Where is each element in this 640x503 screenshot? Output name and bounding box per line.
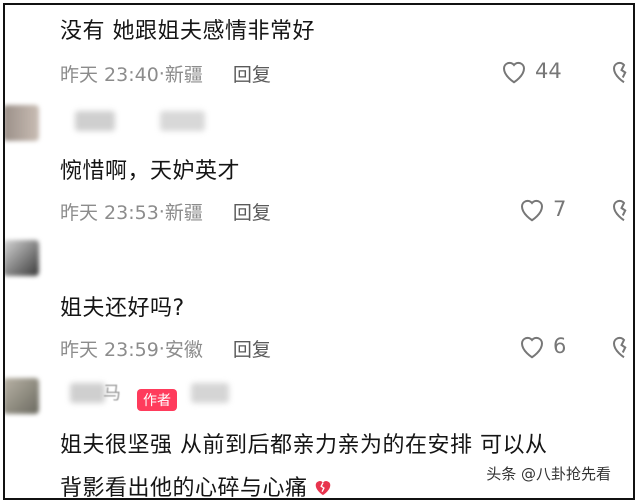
broken-heart-emoji	[312, 477, 334, 498]
like-button[interactable]: 6	[517, 332, 566, 360]
reply-button[interactable]: 回复	[233, 60, 271, 87]
broken-heart-outline-icon	[612, 336, 627, 359]
avatar[interactable]	[5, 378, 39, 414]
dislike-button[interactable]	[609, 57, 633, 89]
comment-time: 昨天 23:59	[60, 339, 159, 361]
username-blurred	[160, 111, 205, 131]
watermark-text: 头条 @八卦抢先看	[486, 465, 611, 483]
comment-time: 昨天 23:40	[60, 64, 159, 86]
broken-heart-outline-icon	[612, 61, 627, 84]
comment-location: 新疆	[164, 64, 203, 86]
comment-text-line2: 背影看出他的心碎与心痛	[60, 470, 334, 500]
heart-outline-icon	[520, 199, 544, 222]
avatar[interactable]	[5, 240, 39, 276]
comment-meta: 昨天 23:59 · 安徽 回复	[60, 335, 271, 362]
dislike-button[interactable]	[609, 332, 633, 364]
comment-meta: 昨天 23:53 · 新疆 回复	[60, 198, 271, 225]
comment-meta: 昨天 23:40 · 新疆 回复	[60, 60, 271, 87]
reply-button[interactable]: 回复	[233, 198, 271, 225]
comment-list: 没有 她跟姐夫感情非常好 昨天 23:40 · 新疆 回复 44 惋惜啊，天妒英…	[3, 3, 635, 500]
heart-outline-icon	[502, 61, 526, 84]
comment-text: 姐夫还好吗?	[60, 296, 185, 321]
comment-text: 没有 她跟姐夫感情非常好	[60, 19, 315, 44]
dislike-button[interactable]	[609, 195, 633, 227]
heart-outline-icon	[520, 336, 544, 359]
comment-text-continued: 背影看出他的心碎与心痛	[60, 476, 308, 500]
comment-location: 新疆	[164, 202, 203, 224]
avatar[interactable]	[5, 105, 39, 141]
comment-location: 安徽	[164, 339, 203, 361]
like-count: 6	[553, 334, 567, 358]
like-button[interactable]: 44	[499, 57, 562, 85]
broken-heart-outline-icon	[612, 199, 627, 222]
username: 马	[103, 383, 121, 404]
comment-text: 姐夫很坚强 从前到后都亲力亲为的在安排 可以从	[60, 433, 548, 458]
comment-text: 惋惜啊，天妒英才	[60, 159, 241, 184]
username-blurred	[70, 383, 105, 403]
like-count: 44	[535, 59, 562, 83]
author-badge: 作者	[137, 389, 177, 411]
like-count: 7	[553, 197, 567, 221]
comment-time: 昨天 23:53	[60, 202, 159, 224]
username-blurred	[191, 383, 229, 403]
watermark: 头条 @八卦抢先看	[482, 461, 615, 486]
username-blurred	[75, 111, 115, 131]
like-button[interactable]: 7	[517, 195, 566, 223]
reply-button[interactable]: 回复	[233, 335, 271, 362]
